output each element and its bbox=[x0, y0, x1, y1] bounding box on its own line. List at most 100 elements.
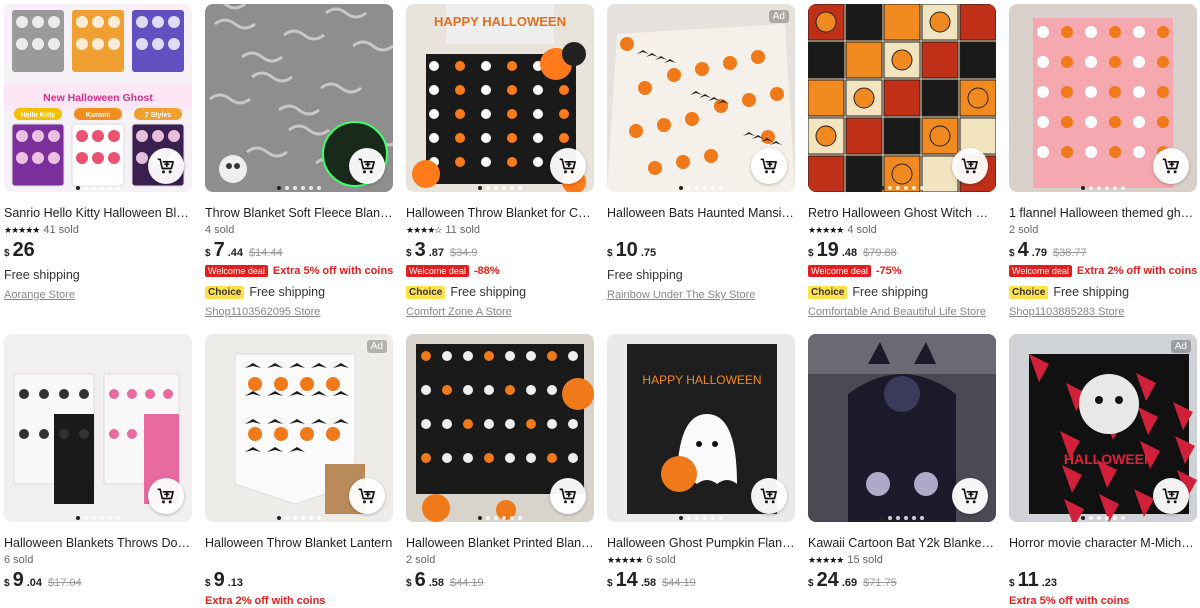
product-image[interactable] bbox=[4, 334, 192, 522]
product-image[interactable] bbox=[1009, 4, 1197, 192]
svg-text:New Halloween Ghost: New Halloween Ghost bbox=[43, 92, 153, 104]
product-card[interactable]: 1 flannel Halloween themed ghost 2 sold $… bbox=[1009, 4, 1197, 318]
carousel-dots[interactable] bbox=[478, 186, 522, 190]
store-link[interactable]: Shop1103562095 Store bbox=[205, 306, 393, 318]
product-card[interactable]: Halloween Blanket Printed Blanket 2 sold … bbox=[406, 334, 594, 591]
original-price: $44.19 bbox=[662, 577, 696, 589]
product-title[interactable]: Halloween Blankets Throws Double bbox=[4, 536, 192, 551]
price: $19.48 $79.88 bbox=[808, 239, 996, 261]
store-link[interactable]: Aorange Store bbox=[4, 289, 192, 301]
add-to-cart-icon[interactable] bbox=[751, 478, 787, 514]
carousel-dots[interactable] bbox=[880, 186, 924, 190]
product-image[interactable] bbox=[406, 334, 594, 522]
product-card[interactable]: New Halloween Ghost Hello Kitty Kuromi 7 St… bbox=[4, 4, 192, 301]
carousel-dots[interactable] bbox=[277, 516, 321, 520]
price-main: 6 bbox=[414, 569, 426, 591]
product-image[interactable]: HALLOWEEN Ad bbox=[1009, 334, 1197, 522]
product-title[interactable]: Halloween Bats Haunted Mansion bbox=[607, 206, 795, 221]
product-title[interactable]: 1 flannel Halloween themed ghost bbox=[1009, 206, 1197, 221]
add-to-cart-icon[interactable] bbox=[952, 148, 988, 184]
rating-sold-row: ★★★★☆ 11 sold bbox=[406, 223, 594, 237]
rating-sold-row bbox=[205, 553, 393, 567]
deal-row: Welcome deal Extra 5% off with coins bbox=[205, 264, 393, 278]
choice-badge: Choice bbox=[406, 285, 446, 299]
product-title[interactable]: Sanrio Hello Kitty Halloween Blanket bbox=[4, 206, 192, 221]
carousel-dots[interactable] bbox=[1081, 516, 1125, 520]
price-decimal: .23 bbox=[1041, 577, 1058, 589]
rating-stars: ★★★★☆ bbox=[406, 224, 442, 235]
carousel-dots[interactable] bbox=[679, 186, 723, 190]
sold-count: 41 sold bbox=[43, 224, 79, 236]
choice-badge: Choice bbox=[808, 285, 848, 299]
store-link[interactable]: Rainbow Under The Sky Store bbox=[607, 289, 795, 301]
add-to-cart-icon[interactable] bbox=[349, 148, 385, 184]
product-title[interactable]: Halloween Ghost Pumpkin Flannel bbox=[607, 536, 795, 551]
deal-text: Extra 5% off with coins bbox=[272, 265, 393, 277]
rating-stars: ★★★★★ bbox=[808, 554, 844, 565]
carousel-dots[interactable] bbox=[76, 186, 120, 190]
sold-count: 15 sold bbox=[847, 554, 883, 566]
price: $4.79 $38.77 bbox=[1009, 239, 1197, 261]
add-to-cart-icon[interactable] bbox=[751, 148, 787, 184]
sold-count: 2 sold bbox=[406, 554, 436, 566]
original-price: $71.75 bbox=[863, 577, 897, 589]
add-to-cart-icon[interactable] bbox=[550, 478, 586, 514]
product-grid: New Halloween Ghost Hello Kitty Kuromi 7 St… bbox=[0, 0, 1200, 607]
price: $6.58 $44.19 bbox=[406, 569, 594, 591]
add-to-cart-icon[interactable] bbox=[349, 478, 385, 514]
product-card[interactable]: Throw Blanket Soft Fleece Blankets 4 sold… bbox=[205, 4, 393, 318]
carousel-dots[interactable] bbox=[679, 516, 723, 520]
product-title[interactable]: Halloween Throw Blanket Lantern bbox=[205, 536, 393, 551]
price-main: 14 bbox=[615, 569, 638, 591]
currency: $ bbox=[1009, 248, 1015, 259]
product-card[interactable]: HALLOWEEN Ad Horror movie character M-Mic… bbox=[1009, 334, 1197, 608]
price: $11.23 bbox=[1009, 569, 1197, 591]
carousel-dots[interactable] bbox=[1081, 186, 1125, 190]
price-decimal: .58 bbox=[640, 577, 657, 589]
product-image[interactable]: HAPPY HALLOWEEN bbox=[406, 4, 594, 192]
carousel-dots[interactable] bbox=[880, 516, 924, 520]
carousel-dots[interactable] bbox=[478, 516, 522, 520]
product-card[interactable]: Halloween Blankets Throws Double 6 sold $… bbox=[4, 334, 192, 591]
add-to-cart-icon[interactable] bbox=[550, 148, 586, 184]
product-title[interactable]: Kawaii Cartoon Bat Y2k Blanket Plush bbox=[808, 536, 996, 551]
product-title[interactable]: Halloween Blanket Printed Blanket bbox=[406, 536, 594, 551]
price: $10.75 bbox=[607, 239, 795, 261]
product-card[interactable]: Ad Halloween Throw Blanket Lantern $9.13… bbox=[205, 334, 393, 608]
original-price: $44.19 bbox=[449, 577, 484, 589]
original-price: $14.44 bbox=[248, 247, 283, 259]
currency: $ bbox=[205, 248, 211, 259]
product-title[interactable]: Throw Blanket Soft Fleece Blankets bbox=[205, 206, 393, 221]
store-link[interactable]: Shop1103885283 Store bbox=[1009, 306, 1197, 318]
rating-stars: ★★★★★ bbox=[4, 224, 40, 235]
store-link[interactable]: Comfort Zone A Store bbox=[406, 306, 594, 318]
shipping-row: Free shipping bbox=[4, 267, 192, 283]
product-title[interactable]: Horror movie character M-Michael bbox=[1009, 536, 1197, 551]
add-to-cart-icon[interactable] bbox=[1153, 148, 1189, 184]
product-card[interactable]: Ad Halloween Bats Haunted Mansion $10.75… bbox=[607, 4, 795, 301]
product-title[interactable]: Retro Halloween Ghost Witch Halloween bbox=[808, 206, 996, 221]
product-title[interactable]: Halloween Throw Blanket for Couch bbox=[406, 206, 594, 221]
add-to-cart-icon[interactable] bbox=[148, 148, 184, 184]
store-link[interactable]: Comfortable And Beautiful Life Store bbox=[808, 306, 996, 318]
add-to-cart-icon[interactable] bbox=[1153, 478, 1189, 514]
add-to-cart-icon[interactable] bbox=[148, 478, 184, 514]
carousel-dots[interactable] bbox=[277, 186, 321, 190]
product-card[interactable]: Retro Halloween Ghost Witch Halloween ★★★… bbox=[808, 4, 996, 318]
sold-count: 2 sold bbox=[1009, 224, 1039, 236]
product-image[interactable]: New Halloween Ghost Hello Kitty Kuromi 7 St… bbox=[4, 4, 192, 192]
price-main: 26 bbox=[12, 239, 35, 261]
product-image[interactable]: Ad bbox=[205, 334, 393, 522]
product-image[interactable] bbox=[808, 334, 996, 522]
carousel-dots[interactable] bbox=[76, 516, 120, 520]
product-card[interactable]: HAPPY HALLOWEEN Halloween Ghost Pumpkin … bbox=[607, 334, 795, 591]
price-decimal: .69 bbox=[841, 577, 858, 589]
product-card[interactable]: HAPPY HALLOWEEN Halloween Throw Blanket … bbox=[406, 4, 594, 318]
product-image[interactable] bbox=[808, 4, 996, 192]
product-card[interactable]: Kawaii Cartoon Bat Y2k Blanket Plush ★★★★… bbox=[808, 334, 996, 591]
product-image[interactable] bbox=[205, 4, 393, 192]
add-to-cart-icon[interactable] bbox=[952, 478, 988, 514]
price-main: 7 bbox=[213, 239, 225, 261]
product-image[interactable]: HAPPY HALLOWEEN bbox=[607, 334, 795, 522]
product-image[interactable]: Ad bbox=[607, 4, 795, 192]
